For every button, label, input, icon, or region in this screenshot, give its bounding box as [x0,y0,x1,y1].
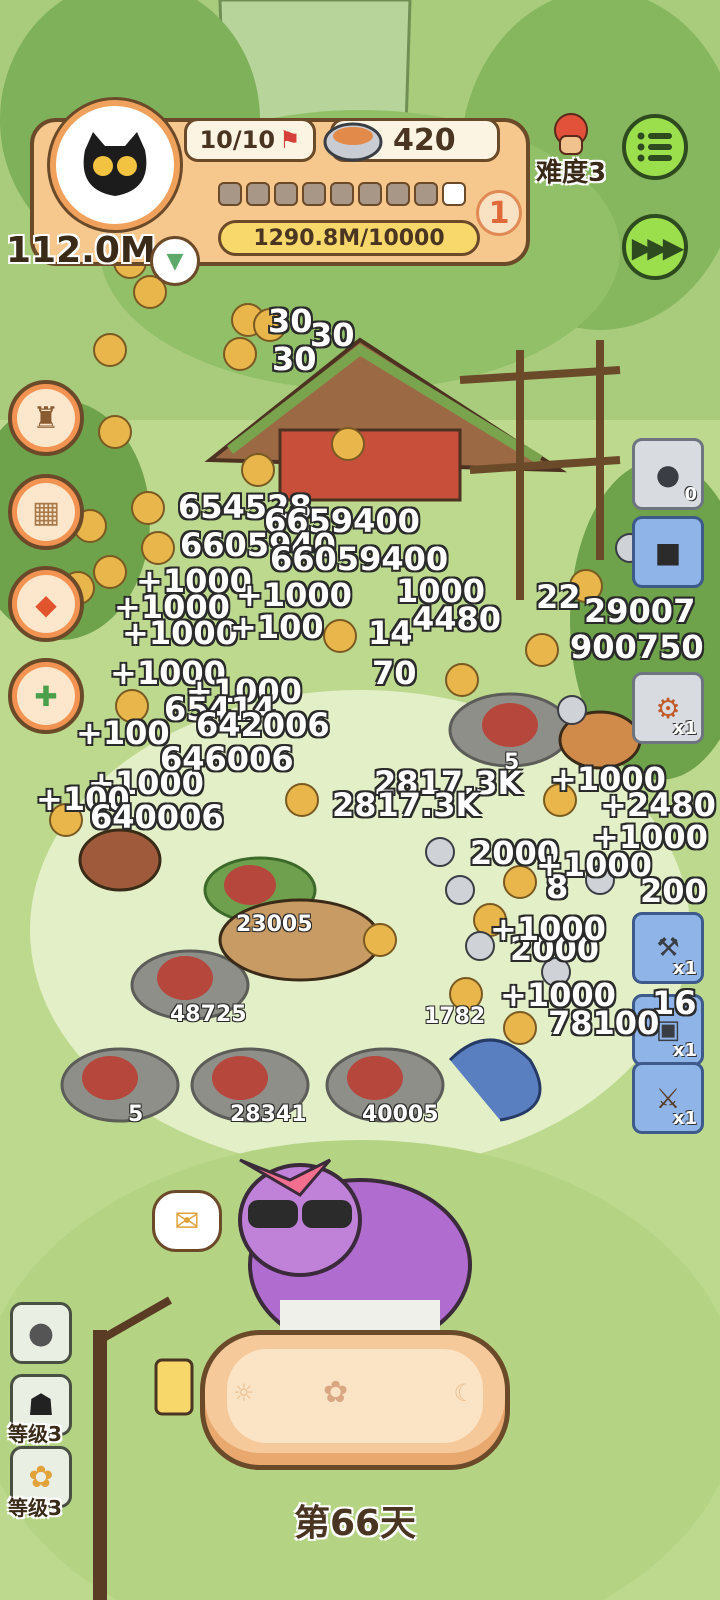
slab-food-value: 23005 [236,912,313,937]
floating-number: 646006 [160,740,294,778]
card-count: x1 [672,1108,697,1129]
ribbon-box-card[interactable]: ■ [632,516,704,588]
food-value: 420 [393,122,456,158]
floating-number: 70 [372,654,417,692]
progress-segment [330,182,354,206]
food-bowl-icon [323,122,383,162]
paw-print-icon: ✿ [323,1375,349,1410]
paw-badge-icon: ✿ [28,1459,54,1495]
paw-coin-card[interactable]: ● 0 [632,438,704,510]
floating-number: +1000 [122,614,238,652]
floating-number: 78100 [548,1004,660,1042]
slab-food-value: 5 [128,1102,144,1127]
slab-food-value: 1782 [424,1004,486,1029]
progress-segment [358,182,382,206]
heart-chevron-icon: ▼ [166,248,184,274]
stage-progress [218,182,466,206]
slab-food-value: 40005 [362,1102,439,1127]
progress-segment-current [442,182,466,206]
floating-number: 4480 [412,600,502,638]
dino-silhouette-icon: ● [27,1315,55,1351]
paw-coins-icon: ● [655,457,681,491]
main-action-inner [227,1349,483,1443]
level-badge: 1 [476,190,522,236]
level-label: 等级3 [8,1422,62,1446]
card-count: x1 [672,718,697,739]
progress-segment [218,182,242,206]
floating-number: 642006 [196,706,330,744]
floating-number: +1000 [490,910,606,948]
moon-icon: ☾ [453,1379,475,1407]
black-cat-icon [83,132,147,196]
quest-bubble[interactable]: ✉ [152,1190,222,1252]
axe-card[interactable]: ⚔ x1 [632,1062,704,1134]
floating-number: +100 [230,608,324,646]
xp-bar: 1290.8M/10000 [218,220,480,256]
floating-number: 30 [272,340,317,378]
population-value: 10/10 [199,126,276,154]
slab-food-value: 5 [504,750,520,775]
sun-icon: ☼ [233,1379,255,1407]
floating-number: 30 [268,302,313,340]
cat-tower-button[interactable]: ♜ [8,380,84,456]
gear-tool-card[interactable]: ⚒ x1 [632,912,704,984]
fast-forward-icon: ▶▶▶ [631,230,685,264]
storage-box-button[interactable]: ▦ [8,474,84,550]
ribbon-box-icon: ■ [654,535,682,569]
pet-button[interactable]: ◆ [8,566,84,642]
floating-number: +1000 [536,846,652,884]
main-action-button[interactable]: ✿ ☼ ☾ [200,1330,510,1470]
progress-segment [246,182,270,206]
floating-number: 22 [536,578,581,616]
progress-segment [274,182,298,206]
population-counter: 10/10 ⚑ [184,118,316,162]
card-count: 0 [684,484,697,505]
floating-number: 2817.3K [332,786,481,824]
level-label: 等级3 [8,1496,62,1520]
player-avatar[interactable] [50,100,180,230]
flower-fist-icon [554,113,588,155]
menu-button[interactable] [622,114,688,180]
heart-dropdown-button[interactable]: ▼ [150,236,200,286]
slab-food-value: 48725 [170,1002,247,1027]
list-icon [637,132,672,162]
certificate-icon: ✉ [174,1203,200,1239]
progress-segment [302,182,326,206]
floating-number: +100 [76,714,170,752]
floating-number: 640006 [90,798,224,836]
trap-device-card[interactable]: ⚙ x1 [632,672,704,744]
difficulty-label: 难度3 [535,158,607,188]
day-counter: 第66天 [293,1503,417,1544]
dino-silhouette-button[interactable]: ● [10,1302,72,1364]
fast-forward-button[interactable]: ▶▶▶ [622,214,688,280]
first-aid-icon: ✚ [34,679,58,713]
box-icon: ▦ [31,494,61,530]
cat-tower-icon: ♜ [32,400,60,436]
slab-food-value: 28341 [230,1102,307,1127]
progress-segment [386,182,410,206]
card-count: x1 [672,958,697,979]
floating-number: 14 [368,614,413,652]
medical-button[interactable]: ✚ [8,658,84,734]
progress-segment [414,182,438,206]
floating-number: 900750 [570,628,704,666]
floating-number: 29007 [584,592,696,630]
fish-icon: ◆ [35,587,57,621]
card-count: x1 [672,1040,697,1061]
flag-icon: ⚑ [279,126,301,154]
